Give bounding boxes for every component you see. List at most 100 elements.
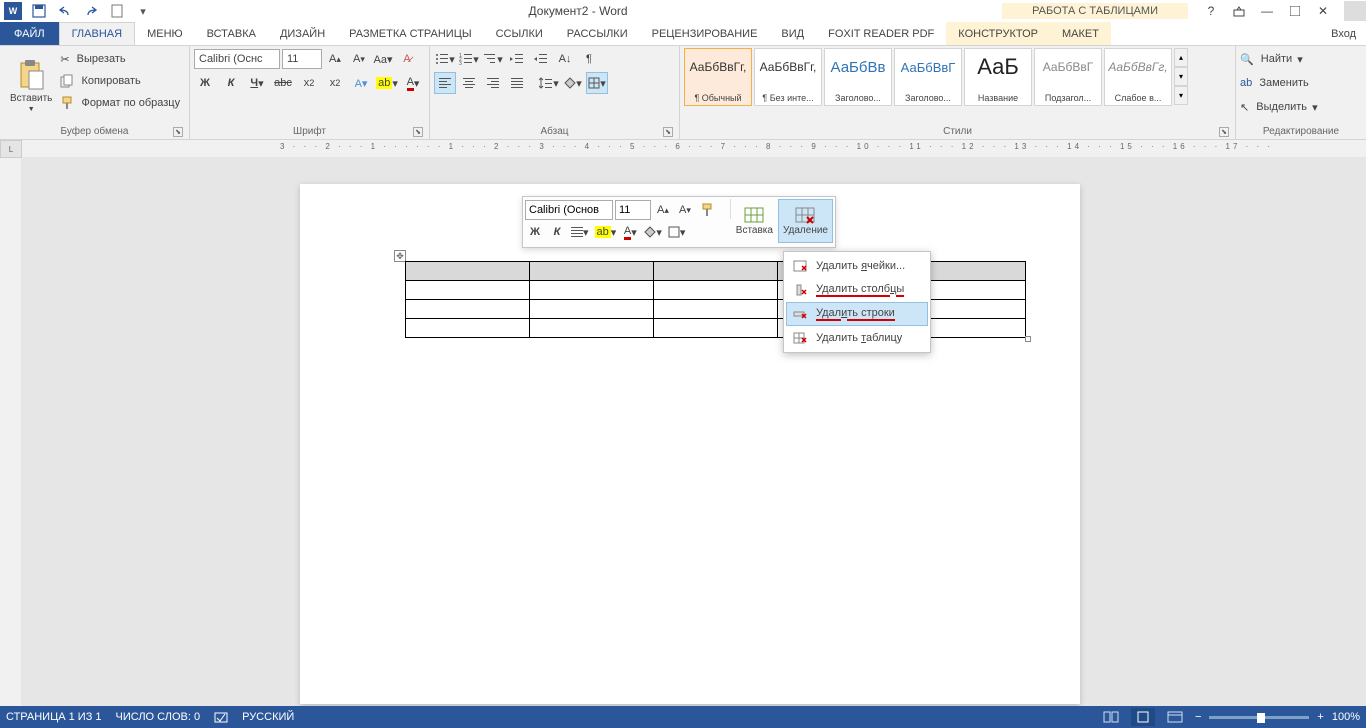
table-row[interactable] (406, 319, 1026, 338)
undo-button[interactable] (54, 0, 76, 22)
tab-home[interactable]: ГЛАВНАЯ (59, 22, 135, 45)
document-table[interactable] (405, 261, 1026, 338)
tab-table-layout[interactable]: МАКЕТ (1050, 22, 1111, 45)
styles-gallery[interactable]: АаБбВвГг,¶ Обычный АаБбВвГг,¶ Без инте..… (684, 48, 1188, 124)
view-read-mode[interactable] (1099, 708, 1123, 726)
tab-table-design[interactable]: КОНСТРУКТОР (946, 22, 1050, 45)
strikethrough-button[interactable]: abc (272, 72, 294, 94)
mini-shrink-font[interactable]: A▾ (675, 199, 695, 221)
delete-table-item[interactable]: Удалить таблицу (786, 326, 928, 350)
tab-insert[interactable]: ВСТАВКА (195, 22, 268, 45)
bold-button[interactable]: Ж (194, 72, 216, 94)
maximize-button[interactable] (1284, 1, 1306, 21)
cut-button[interactable]: ✂ Вырезать (60, 48, 180, 70)
font-launcher[interactable]: ⬊ (413, 127, 423, 137)
highlight-button[interactable]: ab▾ (376, 72, 398, 94)
status-page[interactable]: СТРАНИЦА 1 ИЗ 1 (6, 711, 102, 723)
tab-foxit[interactable]: Foxit Reader PDF (816, 22, 946, 45)
borders-button[interactable]: ▾ (586, 72, 608, 94)
style-no-spacing[interactable]: АаБбВвГг,¶ Без инте... (754, 48, 822, 106)
find-button[interactable]: 🔍 Найти ▾ (1240, 48, 1362, 70)
save-button[interactable] (28, 0, 50, 22)
vertical-ruler[interactable] (0, 158, 22, 706)
mini-insert-button[interactable]: Вставка (731, 199, 778, 243)
tab-file[interactable]: ФАЙЛ (0, 22, 59, 45)
mini-size-combo[interactable]: 11 (615, 200, 651, 220)
subscript-button[interactable]: x2 (298, 72, 320, 94)
increase-indent-button[interactable] (530, 48, 552, 70)
table-row[interactable] (406, 300, 1026, 319)
tab-references[interactable]: ССЫЛКИ (484, 22, 555, 45)
shading-button[interactable]: ▾ (562, 72, 584, 94)
table-row[interactable] (406, 262, 1026, 281)
align-center-button[interactable] (458, 72, 480, 94)
mini-format-painter[interactable] (697, 199, 717, 221)
mini-align[interactable]: ▾ (569, 221, 591, 243)
paragraph-launcher[interactable]: ⬊ (663, 127, 673, 137)
zoom-out-button[interactable]: − (1195, 711, 1201, 723)
tab-page-layout[interactable]: РАЗМЕТКА СТРАНИЦЫ (337, 22, 483, 45)
italic-button[interactable]: К (220, 72, 242, 94)
show-marks-button[interactable]: ¶ (578, 48, 600, 70)
style-heading1[interactable]: АаБбВвЗаголово... (824, 48, 892, 106)
table-row[interactable] (406, 281, 1026, 300)
view-web-layout[interactable] (1163, 708, 1187, 726)
tab-review[interactable]: РЕЦЕНЗИРОВАНИЕ (640, 22, 770, 45)
zoom-in-button[interactable]: + (1317, 711, 1323, 723)
delete-cells-item[interactable]: Удалить ячейки... (786, 254, 928, 278)
ribbon-options-button[interactable] (1228, 1, 1250, 21)
multilevel-list-button[interactable]: ▾ (482, 48, 504, 70)
decrease-indent-button[interactable] (506, 48, 528, 70)
mini-shading[interactable]: ▾ (642, 221, 664, 243)
zoom-slider[interactable] (1209, 716, 1309, 719)
copy-button[interactable]: Копировать (60, 70, 180, 92)
zoom-level[interactable]: 100% (1332, 711, 1360, 723)
mini-highlight[interactable]: ab▾ (593, 221, 619, 243)
font-name-combo[interactable]: Calibri (Оснс (194, 49, 280, 69)
styles-launcher[interactable]: ⬊ (1219, 127, 1229, 137)
bullets-button[interactable]: ▾ (434, 48, 456, 70)
minimize-button[interactable]: — (1256, 1, 1278, 21)
select-button[interactable]: ↖ Выделить ▾ (1240, 96, 1362, 118)
paste-button[interactable]: Вставить ▼ (4, 48, 58, 124)
styles-scroll[interactable]: ▴▾▾ (1174, 48, 1188, 105)
font-size-combo[interactable]: 11 (282, 49, 322, 69)
clear-formatting-button[interactable]: A̷ (396, 48, 418, 70)
status-proofing-icon[interactable] (214, 710, 228, 724)
table-resize-handle[interactable] (1025, 336, 1031, 342)
mini-borders[interactable]: ▾ (666, 221, 688, 243)
line-spacing-button[interactable]: ▾ (538, 72, 560, 94)
style-heading2[interactable]: АаБбВвГЗаголово... (894, 48, 962, 106)
font-color-button[interactable]: A▾ (402, 72, 424, 94)
close-button[interactable]: ✕ (1312, 1, 1334, 21)
numbering-button[interactable]: 123▾ (458, 48, 480, 70)
change-case-button[interactable]: Aa▾ (372, 48, 394, 70)
mini-italic[interactable]: К (547, 221, 567, 243)
tab-menu[interactable]: Меню (135, 22, 195, 45)
status-word-count[interactable]: ЧИСЛО СЛОВ: 0 (116, 711, 201, 723)
justify-button[interactable] (506, 72, 528, 94)
new-doc-button[interactable] (106, 0, 128, 22)
text-effects-button[interactable]: A▾ (350, 72, 372, 94)
mini-font-combo[interactable]: Calibri (Основ (525, 200, 613, 220)
superscript-button[interactable]: x2 (324, 72, 346, 94)
mini-grow-font[interactable]: A▴ (653, 199, 673, 221)
help-button[interactable]: ? (1200, 1, 1222, 21)
ruler-tab-selector[interactable]: L (0, 140, 22, 158)
delete-columns-item[interactable]: Удалить столбцы (786, 278, 928, 302)
underline-button[interactable]: Ч▾ (246, 72, 268, 94)
tab-view[interactable]: ВИД (769, 22, 816, 45)
grow-font-button[interactable]: A▴ (324, 48, 346, 70)
style-subtitle[interactable]: АаБбВвГПодзагол... (1034, 48, 1102, 106)
tab-design[interactable]: ДИЗАЙН (268, 22, 337, 45)
horizontal-ruler[interactable]: L 3 · · · 2 · · · 1 · · · · · · 1 · · · … (0, 140, 1366, 158)
delete-rows-item[interactable]: Удалить строки (786, 302, 928, 326)
sign-in-link[interactable]: Вход (1321, 22, 1366, 45)
view-print-layout[interactable] (1131, 708, 1155, 726)
format-painter-button[interactable]: Формат по образцу (60, 92, 180, 114)
qat-customize-button[interactable]: ▾ (132, 0, 154, 22)
mini-delete-button[interactable]: Удаление (778, 199, 833, 243)
replace-button[interactable]: ab Заменить (1240, 72, 1362, 94)
mini-font-color[interactable]: A▾ (620, 221, 640, 243)
clipboard-launcher[interactable]: ⬊ (173, 127, 183, 137)
